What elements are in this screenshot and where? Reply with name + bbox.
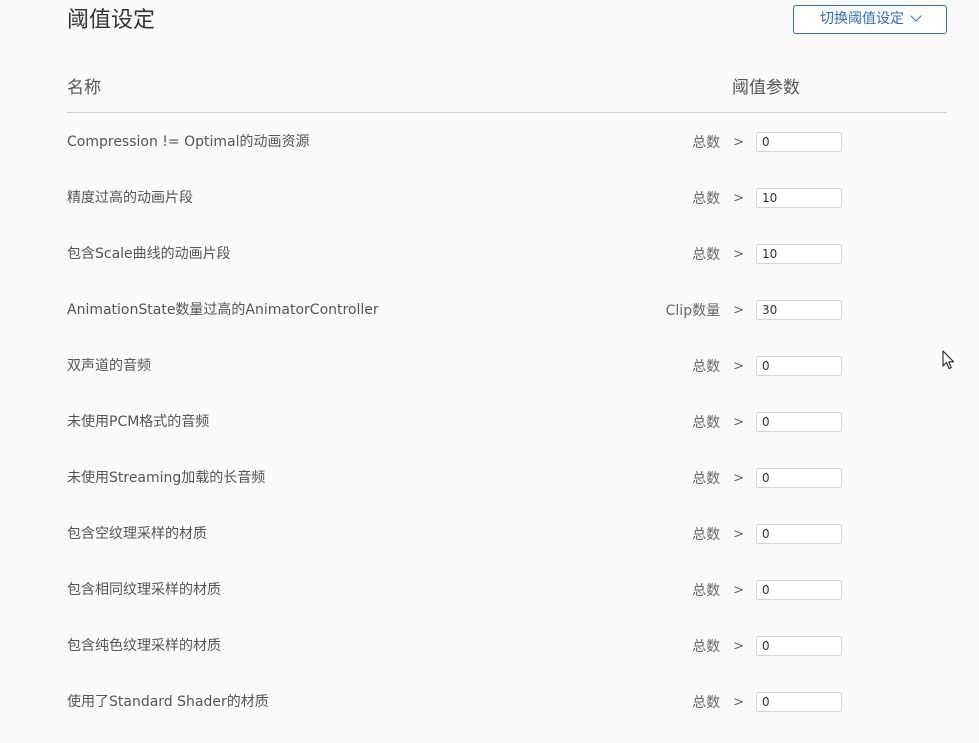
greater-than-symbol: > — [733, 190, 744, 206]
switch-threshold-button-label: 切换阈值设定 — [820, 11, 904, 27]
threshold-row: 包含相同纹理采样的材质 总数 > — [0, 578, 979, 602]
threshold-row-controls: 总数 > — [692, 411, 842, 433]
threshold-row: 包含Scale曲线的动画片段 总数 > — [0, 242, 979, 266]
threshold-row: 未使用PCM格式的音频 总数 > — [0, 410, 979, 434]
threshold-row: Compression != Optimal的动画资源 总数 > — [0, 130, 979, 154]
threshold-row: 包含空纹理采样的材质 总数 > — [0, 522, 979, 546]
threshold-row-name: 包含空纹理采样的材质 — [67, 526, 207, 542]
threshold-row-controls: 总数 > — [692, 355, 842, 377]
threshold-value-input[interactable] — [756, 300, 842, 320]
threshold-value-input[interactable] — [756, 132, 842, 152]
threshold-row-label: 总数 — [692, 247, 721, 263]
greater-than-symbol: > — [733, 694, 744, 710]
threshold-row-name: 未使用PCM格式的音频 — [67, 414, 210, 430]
threshold-row-name: 包含相同纹理采样的材质 — [67, 582, 221, 598]
greater-than-symbol: > — [733, 246, 744, 262]
threshold-row-label: Clip数量 — [665, 303, 721, 319]
threshold-row-label: 总数 — [692, 191, 721, 207]
greater-than-symbol: > — [733, 582, 744, 598]
threshold-value-input[interactable] — [756, 636, 842, 656]
threshold-row-label: 总数 — [692, 471, 721, 487]
greater-than-symbol: > — [733, 638, 744, 654]
threshold-row-controls: Clip数量 > — [666, 299, 842, 321]
threshold-row-controls: 总数 > — [692, 243, 842, 265]
threshold-settings-page: 阈值设定 切换阈值设定 名称 阈值参数 Compression != Optim… — [0, 0, 979, 743]
threshold-row: 双声道的音频 总数 > — [0, 354, 979, 378]
threshold-row: 精度过高的动画片段 总数 > — [0, 186, 979, 210]
column-header-name: 名称 — [67, 78, 101, 98]
header-divider — [67, 112, 947, 113]
mouse-cursor-icon — [942, 350, 955, 370]
threshold-value-input[interactable] — [756, 468, 842, 488]
threshold-row-label: 总数 — [692, 639, 721, 655]
threshold-row-controls: 总数 > — [692, 187, 842, 209]
threshold-value-input[interactable] — [756, 580, 842, 600]
column-header-param: 阈值参数 — [732, 78, 800, 98]
threshold-row-controls: 总数 > — [692, 635, 842, 657]
threshold-row: 包含纯色纹理采样的材质 总数 > — [0, 634, 979, 658]
threshold-row: AnimationState数量过高的AnimatorController Cli… — [0, 298, 979, 322]
greater-than-symbol: > — [733, 414, 744, 430]
threshold-row: 使用了Standard Shader的材质 总数 > — [0, 690, 979, 714]
threshold-row-controls: 总数 > — [692, 131, 842, 153]
greater-than-symbol: > — [733, 302, 744, 318]
threshold-row-name: 使用了Standard Shader的材质 — [67, 694, 269, 710]
chevron-down-icon — [910, 10, 922, 22]
threshold-row-label: 总数 — [692, 695, 721, 711]
threshold-row-label: 总数 — [692, 527, 721, 543]
threshold-row-name: 双声道的音频 — [67, 358, 151, 374]
threshold-value-input[interactable] — [756, 188, 842, 208]
threshold-row-controls: 总数 > — [692, 467, 842, 489]
greater-than-symbol: > — [733, 470, 744, 486]
threshold-row-name: AnimationState数量过高的AnimatorController — [67, 302, 379, 318]
switch-threshold-button[interactable]: 切换阈值设定 — [793, 5, 947, 34]
threshold-value-input[interactable] — [756, 244, 842, 264]
threshold-row-label: 总数 — [692, 359, 721, 375]
threshold-value-input[interactable] — [756, 692, 842, 712]
threshold-value-input[interactable] — [756, 524, 842, 544]
threshold-row-label: 总数 — [692, 583, 721, 599]
threshold-value-input[interactable] — [756, 356, 842, 376]
threshold-row-name: 包含Scale曲线的动画片段 — [67, 246, 231, 262]
threshold-row-controls: 总数 > — [692, 579, 842, 601]
threshold-row-label: 总数 — [692, 135, 721, 151]
threshold-row-name: 包含纯色纹理采样的材质 — [67, 638, 221, 654]
threshold-row-label: 总数 — [692, 415, 721, 431]
greater-than-symbol: > — [733, 358, 744, 374]
greater-than-symbol: > — [733, 526, 744, 542]
threshold-row: 未使用Streaming加载的长音频 总数 > — [0, 466, 979, 490]
threshold-row-controls: 总数 > — [692, 523, 842, 545]
threshold-value-input[interactable] — [756, 412, 842, 432]
threshold-row-name: 未使用Streaming加载的长音频 — [67, 470, 266, 486]
greater-than-symbol: > — [733, 134, 744, 150]
threshold-row-name: 精度过高的动画片段 — [67, 190, 193, 206]
threshold-row-name: Compression != Optimal的动画资源 — [67, 134, 310, 150]
threshold-row-controls: 总数 > — [692, 691, 842, 713]
page-title: 阈值设定 — [67, 8, 156, 33]
